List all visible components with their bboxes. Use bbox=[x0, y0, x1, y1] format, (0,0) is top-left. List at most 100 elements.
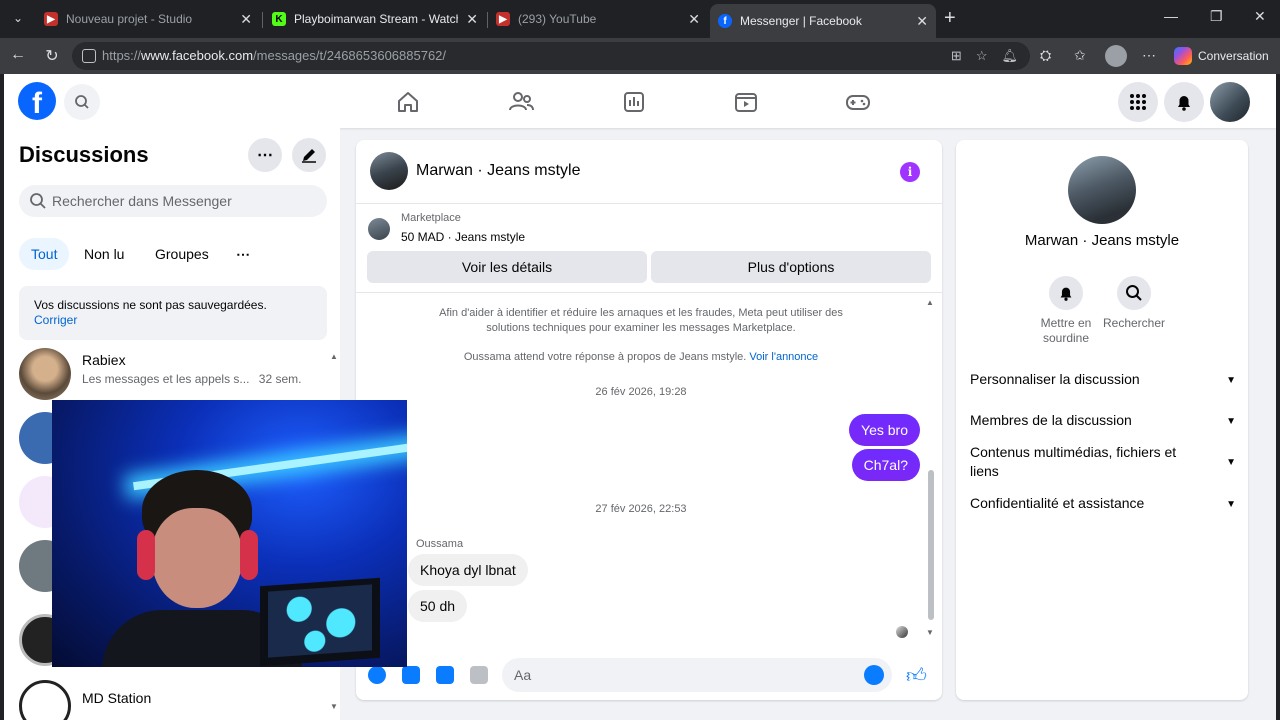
privacy-support-row[interactable]: Confidentialité et assistance ▼ bbox=[970, 494, 1236, 513]
filter-groups[interactable]: Groupes bbox=[143, 238, 221, 270]
safety-notice: Afin d'aider à identifier et réduire les… bbox=[439, 307, 843, 334]
chat-members-row[interactable]: Membres de la discussion ▼ bbox=[970, 411, 1236, 430]
home-icon[interactable] bbox=[394, 88, 422, 116]
chat-scrollbar[interactable] bbox=[928, 470, 934, 620]
gaming-icon[interactable] bbox=[844, 88, 872, 116]
scroll-down-arrow-icon[interactable]: ▼ bbox=[926, 628, 934, 637]
site-info-icon[interactable] bbox=[82, 49, 96, 63]
conversation-item[interactable]: MD Station bbox=[19, 680, 319, 720]
close-tab-icon[interactable]: ✕ bbox=[688, 11, 700, 28]
notifications-button[interactable] bbox=[1164, 82, 1204, 122]
video-icon[interactable] bbox=[732, 88, 760, 116]
tab-youtube[interactable]: ▶ (293) YouTube ✕ bbox=[488, 4, 708, 34]
dashboard-icon[interactable] bbox=[620, 88, 648, 116]
avatar bbox=[19, 348, 71, 400]
app-available-icon[interactable]: ⊞ bbox=[951, 48, 962, 64]
microphone-icon[interactable] bbox=[368, 666, 386, 684]
fix-link[interactable]: Corriger bbox=[34, 313, 77, 327]
notice-text: Vos discussions ne sont pas sauvegardées… bbox=[34, 298, 267, 312]
contact-name[interactable]: Marwan · Jeans mstyle bbox=[416, 162, 581, 180]
friends-icon[interactable] bbox=[507, 88, 535, 116]
search-icon bbox=[1126, 285, 1142, 301]
message-placeholder: Aa bbox=[514, 667, 532, 683]
emoji-icon[interactable] bbox=[864, 665, 884, 685]
search-in-conversation-button[interactable]: Rechercher bbox=[1094, 276, 1174, 331]
view-details-button[interactable]: Voir les détails bbox=[367, 251, 647, 283]
address-bar[interactable]: https://www.facebook.com/messages/t/2468… bbox=[72, 42, 1030, 70]
chevron-down-icon: ▼ bbox=[1226, 415, 1236, 427]
info-icon[interactable]: i bbox=[900, 162, 920, 182]
facebook-logo[interactable]: f bbox=[18, 82, 56, 120]
scroll-down-arrow-icon[interactable]: ▼ bbox=[330, 702, 338, 711]
conversation-preview: Les messages et les appels s... 32 sem. bbox=[82, 372, 302, 386]
scroll-up-arrow-icon[interactable]: ▲ bbox=[926, 298, 934, 307]
outgoing-message[interactable]: Ch7al? bbox=[851, 449, 920, 481]
seen-avatar bbox=[896, 626, 908, 638]
media-files-links-row[interactable]: Contenus multimédias, fichiers et liens … bbox=[970, 443, 1236, 481]
more-options-button[interactable]: ⋯ bbox=[248, 138, 282, 172]
close-window-icon[interactable]: ✕ bbox=[1254, 8, 1266, 25]
notification-bell-icon[interactable]: 🔔︎ bbox=[1001, 48, 1018, 64]
account-avatar[interactable] bbox=[1210, 82, 1250, 122]
favorites-icon[interactable]: ✩ bbox=[1074, 47, 1086, 64]
favorite-star-icon[interactable]: ☆ bbox=[976, 48, 988, 64]
tab-title: Playboimarwan Stream - Watch Li... bbox=[294, 12, 458, 26]
more-menu-icon[interactable]: ⋯ bbox=[1142, 47, 1156, 64]
back-arrow-icon[interactable]: ← bbox=[8, 46, 28, 64]
tab-kick-stream[interactable]: K Playboimarwan Stream - Watch Li... ✕ bbox=[264, 4, 486, 34]
url-text: https://www.facebook.com/messages/t/2468… bbox=[102, 48, 447, 63]
new-message-button[interactable] bbox=[292, 138, 326, 172]
copilot-conversation-button[interactable]: Conversation bbox=[1168, 43, 1277, 69]
listing-title: 50 MAD · Jeans mstyle bbox=[401, 230, 526, 244]
minimize-icon[interactable]: — bbox=[1164, 8, 1178, 24]
youtube-studio-icon: ▶ bbox=[44, 12, 58, 26]
headset bbox=[240, 530, 258, 580]
new-tab-plus-icon[interactable]: + bbox=[944, 8, 956, 28]
more-options-button[interactable]: Plus d'options bbox=[651, 251, 931, 283]
sticker-icon[interactable] bbox=[436, 666, 454, 684]
tab-list-chevron-icon[interactable]: ⌄ bbox=[8, 8, 28, 28]
message-composer: Aa 👍︎ bbox=[356, 650, 942, 700]
chevron-down-icon: ▼ bbox=[1226, 498, 1236, 510]
filter-all[interactable]: Tout bbox=[19, 238, 70, 270]
scroll-up-arrow-icon[interactable]: ▲ bbox=[330, 352, 338, 361]
profile-avatar[interactable] bbox=[1105, 45, 1127, 67]
headset bbox=[137, 530, 155, 580]
webcam-overlay bbox=[52, 400, 407, 667]
conversation-header: Marwan · Jeans mstyle i bbox=[356, 140, 942, 204]
maximize-icon[interactable]: ❐ bbox=[1210, 8, 1223, 25]
extensions-icon[interactable]: ⛭ bbox=[1040, 47, 1051, 64]
gif-icon[interactable] bbox=[470, 666, 488, 684]
contact-avatar[interactable] bbox=[1068, 156, 1136, 224]
incoming-message[interactable]: Khoya dyl lbnat bbox=[408, 554, 528, 586]
close-tab-icon[interactable]: ✕ bbox=[916, 13, 928, 30]
contact-name: Marwan · Jeans mstyle bbox=[1024, 232, 1180, 249]
message-input[interactable]: Aa bbox=[502, 658, 892, 692]
grid-icon bbox=[1130, 94, 1146, 110]
filter-more-icon[interactable]: ⋯ bbox=[224, 238, 262, 270]
close-tab-icon[interactable]: ✕ bbox=[240, 11, 252, 28]
photo-icon[interactable] bbox=[402, 666, 420, 684]
menu-grid-button[interactable] bbox=[1118, 82, 1158, 122]
close-tab-icon[interactable]: ✕ bbox=[466, 11, 478, 28]
incoming-message[interactable]: 50 dh bbox=[408, 590, 468, 622]
messenger-search-input[interactable]: Rechercher dans Messenger bbox=[19, 185, 327, 217]
browser-tab-bar: ⌄ ▶ Nouveau projet - Studio ✕ K Playboim… bbox=[0, 0, 1280, 38]
thumbs-up-icon[interactable]: 👍︎ bbox=[906, 664, 927, 688]
copilot-icon bbox=[1174, 47, 1192, 65]
outgoing-message[interactable]: Yes bro bbox=[849, 414, 920, 446]
tab-studio[interactable]: ▶ Nouveau projet - Studio ✕ bbox=[36, 4, 260, 34]
reload-icon[interactable]: ↻ bbox=[42, 46, 62, 66]
tab-messenger[interactable]: f Messenger | Facebook ✕ bbox=[710, 4, 936, 38]
sidebar-title: Discussions bbox=[19, 142, 149, 167]
contact-avatar[interactable] bbox=[370, 152, 408, 190]
customize-chat-row[interactable]: Personnaliser la discussion ▼ bbox=[970, 370, 1236, 389]
facebook-icon: f bbox=[718, 14, 732, 28]
tab-title: (293) YouTube bbox=[518, 12, 597, 26]
message-timestamp: 27 fév 2026, 22:53 bbox=[595, 503, 687, 515]
listing-thumbnail bbox=[368, 218, 390, 240]
filter-unread[interactable]: Non lu bbox=[72, 238, 136, 270]
view-listing-link[interactable]: Voir l'annonce bbox=[749, 351, 818, 363]
search-button[interactable] bbox=[64, 84, 100, 120]
conversation-label: Conversation bbox=[1198, 49, 1269, 63]
